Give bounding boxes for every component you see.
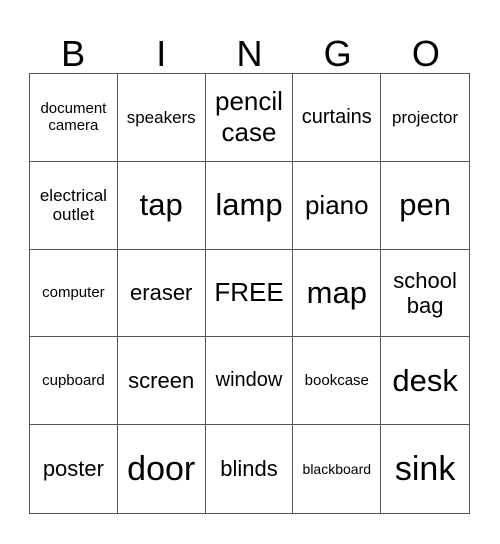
bingo-card: B I N G O document camera speakers pencil …	[0, 0, 500, 544]
bingo-cell[interactable]: lamp	[205, 161, 294, 250]
cell-label: curtains	[301, 105, 372, 128]
cell-label: sink	[394, 449, 456, 488]
cell-label: bookcase	[304, 372, 369, 390]
bingo-cell[interactable]: curtains	[293, 74, 382, 162]
bingo-grid: document camera speakers pencil case curtai…	[29, 73, 470, 514]
cell-label: desk	[392, 362, 458, 398]
bingo-cell[interactable]: bookcase	[293, 337, 382, 426]
cell-label: FREE	[214, 277, 284, 308]
free-space-cell[interactable]: FREE	[205, 249, 294, 338]
cell-label: blinds	[220, 456, 278, 482]
bingo-cell[interactable]: blackboard	[293, 425, 382, 513]
cell-label: lamp	[215, 187, 283, 223]
bingo-cell[interactable]: projector	[381, 74, 469, 162]
cell-label: computer	[42, 284, 105, 302]
bingo-cell[interactable]: tap	[117, 161, 206, 250]
header-letter-n: N	[236, 32, 263, 74]
bingo-cell[interactable]: school bag	[381, 250, 469, 338]
bingo-cell[interactable]: blinds	[206, 425, 294, 513]
cell-label: electrical outlet	[39, 185, 107, 225]
header-letter-o: O	[411, 32, 440, 74]
bingo-cell[interactable]: pen	[381, 162, 469, 250]
cell-label: projector	[392, 107, 459, 127]
header-letter-i: I	[156, 32, 167, 74]
bingo-cell[interactable]: door	[118, 425, 206, 513]
bingo-cell[interactable]: piano	[293, 161, 382, 250]
header-letter-b: B	[61, 32, 86, 74]
cell-label: document camera	[40, 100, 107, 135]
cell-label: cupboard	[42, 372, 105, 390]
cell-label: piano	[304, 189, 369, 220]
cell-label: door	[127, 449, 196, 488]
cell-label: poster	[42, 456, 104, 482]
cell-label: speakers	[126, 107, 196, 127]
bingo-header: B I N G O	[29, 30, 470, 73]
bingo-cell[interactable]: speakers	[117, 74, 206, 162]
bingo-cell[interactable]: document camera	[30, 74, 118, 162]
cell-label: screen	[128, 368, 195, 394]
bingo-cell[interactable]: window	[205, 337, 294, 426]
bingo-cell[interactable]: computer	[30, 249, 118, 338]
cell-label: blackboard	[302, 460, 372, 477]
bingo-cell[interactable]: sink	[381, 425, 469, 513]
bingo-cell[interactable]: electrical outlet	[30, 161, 118, 250]
bingo-cell[interactable]: cupboard	[30, 337, 118, 426]
cell-label: tap	[139, 187, 183, 223]
bingo-cell[interactable]: pencil case	[205, 74, 294, 162]
bingo-cell[interactable]: desk	[381, 337, 469, 426]
header-letter-g: G	[323, 32, 352, 74]
cell-label: map	[306, 275, 367, 311]
cell-label: window	[215, 369, 283, 392]
cell-label: pencil case	[215, 86, 283, 148]
cell-label: eraser	[130, 280, 193, 306]
bingo-cell[interactable]: map	[293, 249, 382, 338]
bingo-cell[interactable]: eraser	[117, 249, 206, 338]
bingo-cell[interactable]: screen	[117, 337, 206, 426]
bingo-cell[interactable]: poster	[30, 425, 118, 513]
cell-label: school bag	[393, 267, 457, 318]
cell-label: pen	[399, 187, 451, 223]
